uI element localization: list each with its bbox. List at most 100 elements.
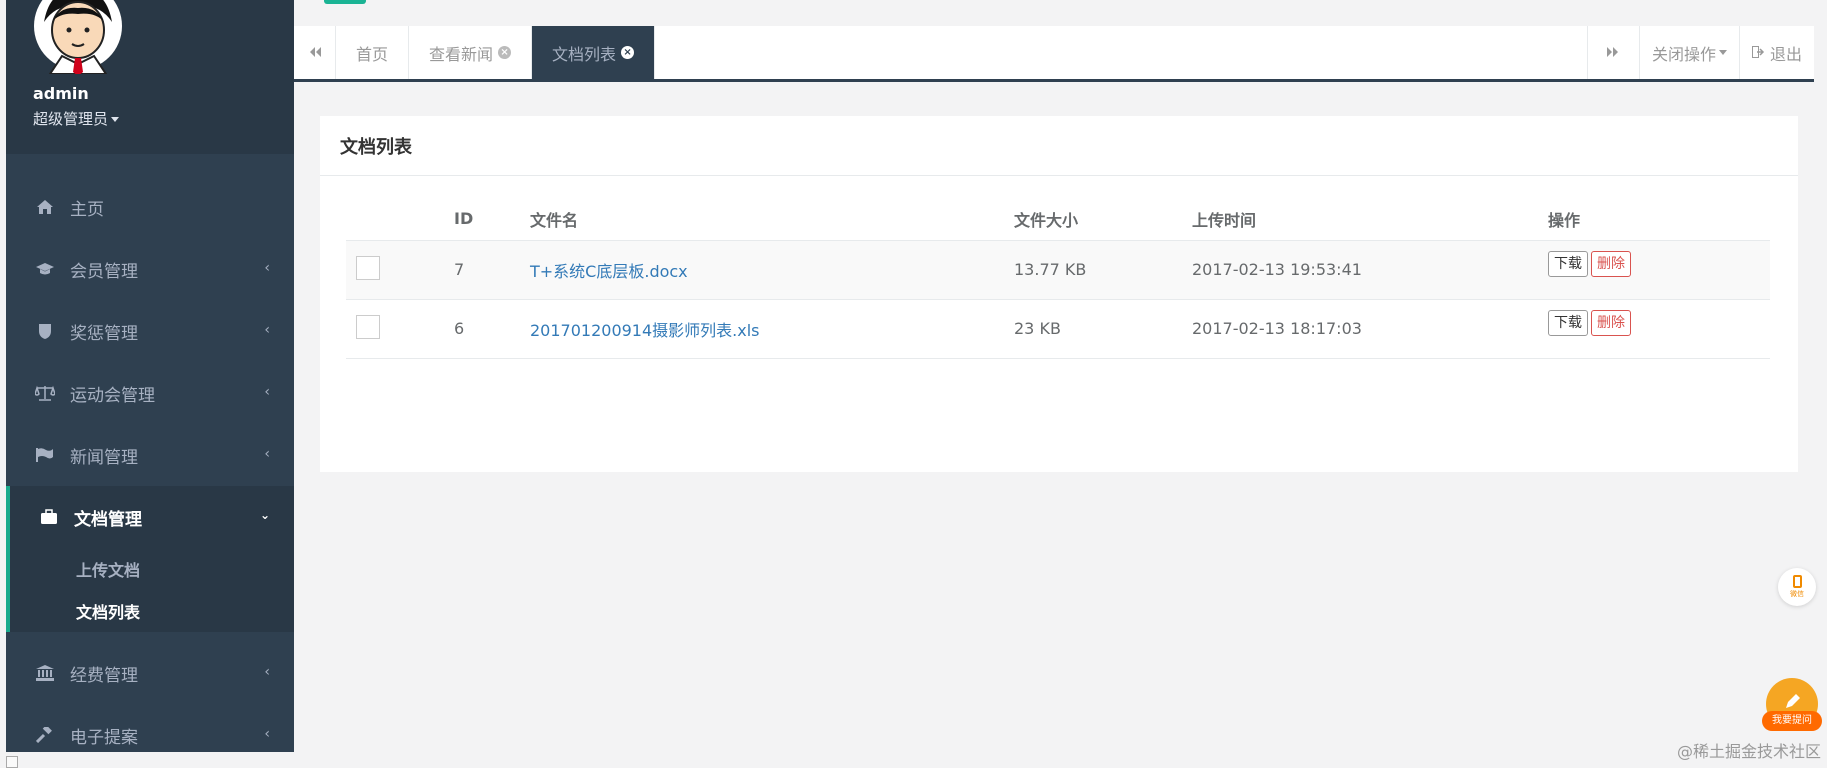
sidebar-group-documents: 文档管理 ⌄ 上传文档 文档列表 xyxy=(6,486,294,632)
gavel-icon xyxy=(34,726,56,744)
chevron-left-icon: ‹ xyxy=(264,664,270,680)
table-row: 6 201701200914摄影师列表.xls 23 KB 2017-02-13… xyxy=(346,299,1770,359)
sidebar-subitem-label: 上传文档 xyxy=(76,561,141,580)
avatar[interactable] xyxy=(30,0,126,74)
tabs-scroll-right-button[interactable] xyxy=(1586,26,1639,79)
header-actions: 操作 xyxy=(1548,198,1770,241)
chevron-left-icon: ‹ xyxy=(264,384,270,400)
phone-float-button[interactable]: 微信 xyxy=(1778,568,1816,606)
header-filename: 文件名 xyxy=(530,198,1014,241)
row-size: 23 KB xyxy=(1014,299,1192,359)
sidebar-item-label: 经费管理 xyxy=(70,665,138,686)
header-time: 上传时间 xyxy=(1192,198,1548,241)
sidebar-item-sports[interactable]: 运动会管理 ‹ xyxy=(6,362,294,424)
tabs-scroll-left-button[interactable] xyxy=(294,26,336,79)
row-filename-cell: 201701200914摄影师列表.xls xyxy=(530,299,1014,359)
chevron-left-icon: ‹ xyxy=(264,322,270,338)
delete-button[interactable]: 删除 xyxy=(1591,309,1631,336)
sidebar-item-finance[interactable]: 经费管理 ‹ xyxy=(6,642,294,704)
tab-doc-list[interactable]: 文档列表 × xyxy=(532,26,656,79)
sidebar-item-label: 主页 xyxy=(70,199,104,220)
row-filename-cell: T+系统C底层板.docx xyxy=(530,240,1014,300)
shield-icon xyxy=(34,322,56,340)
row-actions: 下载 删除 xyxy=(1548,299,1770,359)
graduation-cap-icon xyxy=(34,260,56,278)
row-actions: 下载 删除 xyxy=(1548,240,1770,300)
sidebar: admin 超级管理员 主页 会员管理 ‹ 奖惩管理 ‹ 运动会管理 ‹ 新闻管… xyxy=(6,0,294,752)
download-button[interactable]: 下载 xyxy=(1548,250,1588,277)
tab-label: 查看新闻 xyxy=(429,44,494,64)
sign-out-icon xyxy=(1751,43,1765,62)
double-left-icon xyxy=(308,43,322,62)
header-id: ID xyxy=(454,198,530,241)
row-checkbox[interactable] xyxy=(356,314,380,339)
phone-float-label: 微信 xyxy=(1790,590,1804,598)
watermark: @稀土掘金技术社区 xyxy=(1676,742,1821,761)
profile-section: admin 超级管理员 xyxy=(6,0,294,154)
tab-home[interactable]: 首页 xyxy=(336,26,410,79)
sidebar-item-proposals[interactable]: 电子提案 ‹ xyxy=(6,704,294,752)
download-button[interactable]: 下载 xyxy=(1548,309,1588,336)
row-select-cell xyxy=(346,299,454,359)
sidebar-item-label: 电子提案 xyxy=(70,727,138,748)
logout-label: 退出 xyxy=(1769,44,1802,64)
flag-icon xyxy=(34,446,56,464)
briefcase-icon xyxy=(38,508,60,526)
row-time: 2017-02-13 18:17:03 xyxy=(1192,299,1548,359)
delete-button[interactable]: 删除 xyxy=(1591,250,1631,277)
top-strip xyxy=(294,0,1827,26)
close-icon[interactable]: × xyxy=(621,46,635,59)
sidebar-item-home[interactable]: 主页 xyxy=(6,176,294,238)
profile-name: admin xyxy=(33,84,89,103)
sidebar-item-members[interactable]: 会员管理 ‹ xyxy=(6,238,294,300)
bank-icon xyxy=(34,664,56,682)
chevron-left-icon: ‹ xyxy=(264,726,270,742)
chevron-left-icon: ‹ xyxy=(264,260,270,276)
sidebar-item-label: 新闻管理 xyxy=(70,447,138,468)
chevron-left-icon: ‹ xyxy=(264,446,270,462)
sidebar-item-documents[interactable]: 文档管理 ⌄ xyxy=(10,486,294,548)
phone-icon xyxy=(1792,575,1802,588)
logout-button[interactable]: 退出 xyxy=(1738,26,1814,79)
tab-label: 首页 xyxy=(356,44,389,64)
close-operations-label: 关闭操作 xyxy=(1651,44,1716,64)
double-right-icon xyxy=(1606,43,1620,62)
broken-image-icon xyxy=(6,756,18,768)
header-size: 文件大小 xyxy=(1014,198,1192,241)
caret-down-icon xyxy=(1718,50,1727,55)
table-header-row: ID 文件名 文件大小 上传时间 操作 xyxy=(346,198,1770,241)
profile-role-label: 超级管理员 xyxy=(33,110,109,128)
sidebar-item-label: 会员管理 xyxy=(70,261,138,282)
sidebar-item-label: 文档管理 xyxy=(74,509,142,530)
row-size: 13.77 KB xyxy=(1014,240,1192,300)
close-icon[interactable]: × xyxy=(498,46,512,59)
chevron-down-icon: ⌄ xyxy=(259,508,270,522)
file-link[interactable]: T+系统C底层板.docx xyxy=(530,262,688,281)
close-operations-dropdown[interactable]: 关闭操作 xyxy=(1638,26,1739,79)
sidebar-item-rewards[interactable]: 奖惩管理 ‹ xyxy=(6,300,294,362)
row-id: 6 xyxy=(454,299,530,359)
table-row: 7 T+系统C底层板.docx 13.77 KB 2017-02-13 19:5… xyxy=(346,240,1770,300)
row-checkbox[interactable] xyxy=(356,255,380,280)
tabs-bar: 首页 查看新闻 × 文档列表 × 关闭操作 退出 xyxy=(294,26,1814,82)
menu-toggle-button[interactable] xyxy=(324,0,366,4)
sidebar-subitem-doc-list[interactable]: 文档列表 xyxy=(10,590,294,632)
doc-table: ID 文件名 文件大小 上传时间 操作 7 T+系统C底层板.docx 13.7… xyxy=(346,198,1770,359)
sidebar-item-label: 奖惩管理 xyxy=(70,323,138,344)
sidebar-nav: 主页 会员管理 ‹ 奖惩管理 ‹ 运动会管理 ‹ 新闻管理 ‹ 文档管理 ⌄ 上… xyxy=(6,176,294,752)
sidebar-item-news[interactable]: 新闻管理 ‹ xyxy=(6,424,294,486)
balance-scale-icon xyxy=(34,384,56,402)
doc-list-panel: 文档列表 ID 文件名 文件大小 上传时间 操作 7 T+系统C底层板.docx… xyxy=(320,116,1798,472)
row-time: 2017-02-13 19:53:41 xyxy=(1192,240,1548,300)
ask-question-button[interactable]: 我要提问 xyxy=(1762,678,1822,731)
profile-role-dropdown[interactable]: 超级管理员 xyxy=(33,108,120,129)
header-select xyxy=(346,198,454,241)
sidebar-subitem-upload[interactable]: 上传文档 xyxy=(10,548,294,590)
file-link[interactable]: 201701200914摄影师列表.xls xyxy=(530,321,760,340)
tab-label: 文档列表 xyxy=(552,44,617,64)
tab-view-news[interactable]: 查看新闻 × xyxy=(409,26,533,79)
sidebar-subitem-label: 文档列表 xyxy=(76,603,141,622)
ask-question-label: 我要提问 xyxy=(1762,711,1822,731)
home-icon xyxy=(34,198,56,216)
row-select-cell xyxy=(346,240,454,300)
